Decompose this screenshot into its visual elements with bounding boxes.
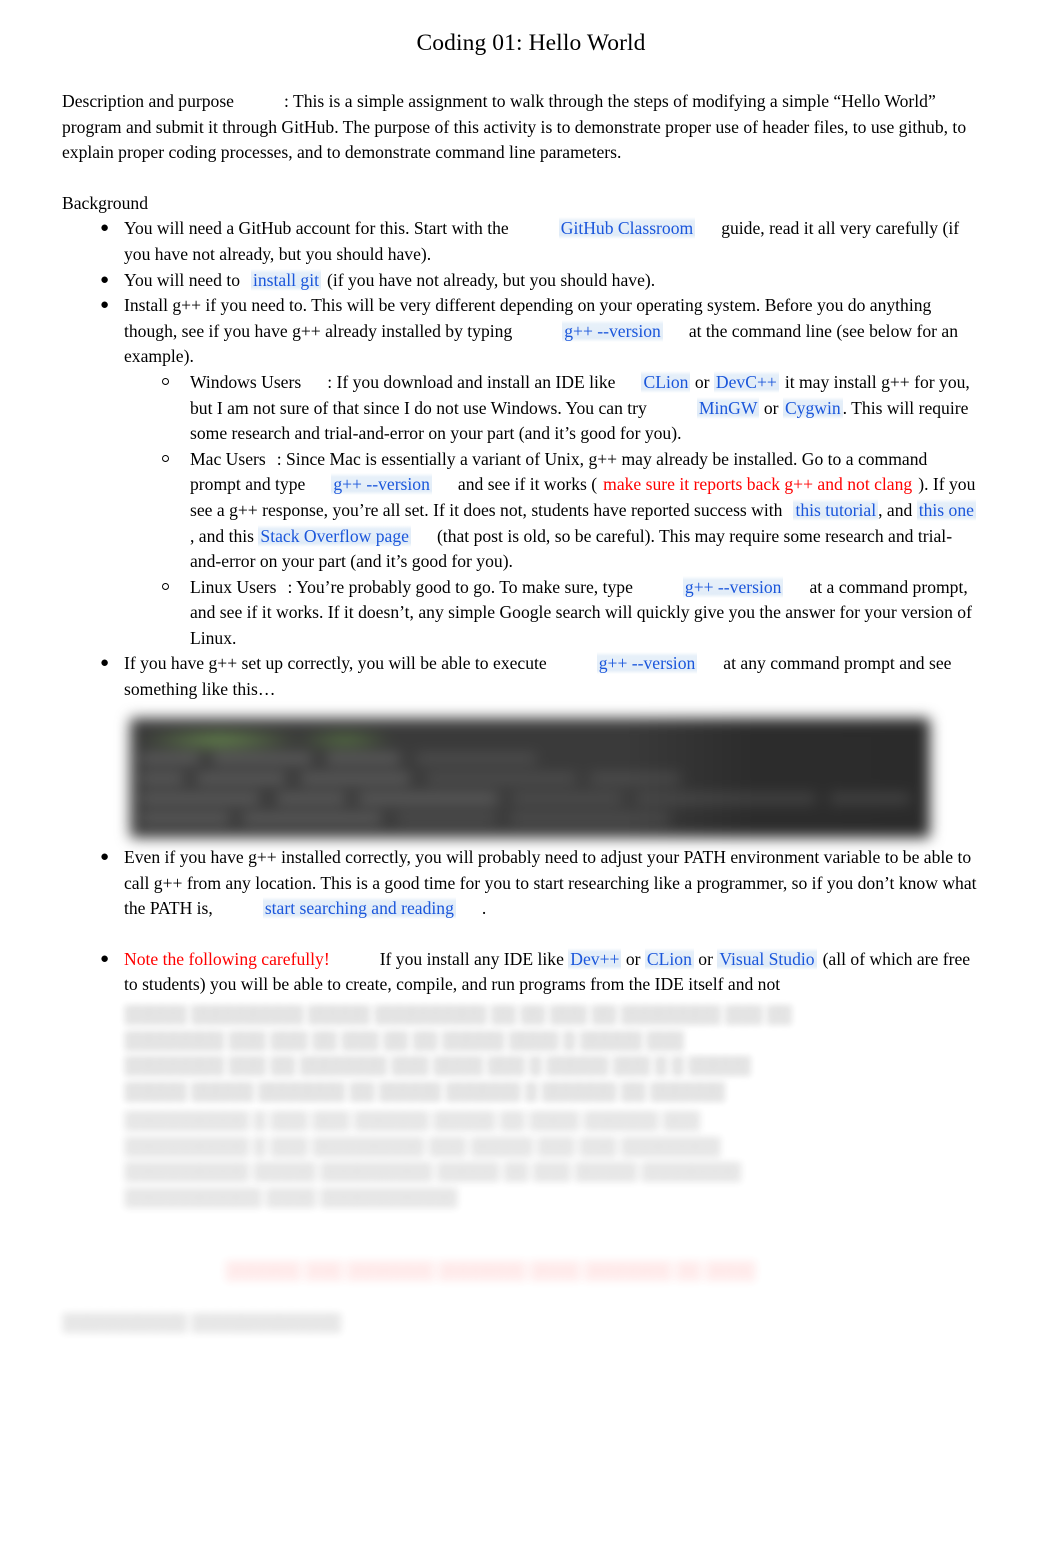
list-item: Linux Users : You’re probably good to go.… [162,575,980,652]
page-title: Coding 01: Hello World [416,30,646,56]
document-page: Coding 01: Hello World Description and p… [0,0,1062,1561]
document-body-lower: ● Even if you have g++ installed correctl… [62,845,980,998]
redacted-line: ░░░░░ ░░░░░ ░░░░░░░ ░░ ░░░░░ ░░░░░░ ░ ░░… [124,1080,725,1101]
redacted-section-heading: ░░░░░░░░░░ ░░░░░░░░░░░░ [62,1312,341,1332]
conjunction: or [621,948,645,969]
bullet-circle-icon [162,454,169,462]
bullet-text: Even if you have g++ installed correctly… [124,847,977,919]
conjunction: or [690,371,714,392]
link-gpp-version[interactable]: g++ --version [331,473,432,496]
redacted-red-line: ░░░░░░ ░░░ ░░░░░░░ ░░░░░░░ ░░░░ ░░░░░░░ … [225,1260,755,1280]
terminal-screenshot [130,718,930,838]
redacted-line: ░░░░░░░░ ░░░ ░░ ░░░░░░░ ░░░ ░░░░ ░░░ ░ ░… [124,1055,751,1076]
redacted-paragraph-2: ░░░░░░░░░░ ░ ░░░ ░░░ ░░░░░░ ░░░░░ ░░ ░░░… [124,1108,980,1210]
linux-users-label: Linux Users [190,576,277,597]
bullet-disc-icon: ● [100,271,110,288]
redacted-paragraph: ░░░░░ ░░░░░░░░░ ░░░░░ ░░░░░░░░░ ░░ ░░ ░░… [124,1002,980,1104]
bullet-text: You will need a GitHub account for this.… [124,218,509,239]
bullet-text: If you install any IDE like [379,948,569,969]
link-gpp-version[interactable]: g++ --version [596,652,698,675]
link-start-searching-and-reading[interactable]: start searching and reading [262,897,456,920]
link-stack-overflow-page[interactable]: Stack Overflow page [258,524,411,547]
bullet-text: You will need to [124,269,240,290]
bullet-disc-icon: ● [100,655,110,672]
bullet-disc-icon: ● [100,950,110,967]
bullet-disc-icon: ● [100,849,110,865]
link-cygwin[interactable]: Cygwin [782,396,843,419]
description-paragraph: Description and purpose: This is a simpl… [62,89,980,166]
description-label: Description and purpose [62,91,234,111]
note-carefully-label: Note the following carefully! [124,948,330,969]
background-heading: Background [62,192,148,213]
link-this-tutorial[interactable]: this tutorial [793,498,879,521]
list-item: ● Even if you have g++ installed correctl… [100,845,980,922]
bullet-disc-icon: ● [100,297,110,314]
conjunction: , and [878,499,917,520]
redacted-line: ░░░░░░░░░░░ ░░░░ ░░░░░░░░░░░ [124,1186,457,1207]
bullet-circle-icon [162,377,169,385]
link-clion[interactable]: CLion [644,947,694,970]
post-image-bullet-list: ● Even if you have g++ installed correctl… [62,845,980,998]
warning-clang-text: make sure it reports back g++ and not cl… [603,474,913,495]
conjunction: or [693,948,718,969]
link-this-one[interactable]: this one [916,498,976,521]
link-clion[interactable]: CLion [641,370,691,393]
redacted-line: ░░░░░░░░░░ ░ ░░░ ░░░░░░░░░ ░░░ ░░░░░ ░░░… [124,1135,721,1156]
background-bullet-list: ● You will need a GitHub account for this… [62,216,980,702]
list-item: ● You will need to install git (if you have… [100,268,980,294]
link-devpp[interactable]: Dev++ [568,947,622,970]
bullet-text: If you have g++ set up correctly, you wi… [124,653,547,674]
link-devcpp[interactable]: DevC++ [713,370,779,393]
redacted-line: ░░░░░░░░ ░░░ ░░░ ░░ ░░░ ░░ ░░ ░░░░░ ░░░░… [124,1029,684,1050]
conjunction: , and this [190,525,259,546]
conjunction: or [759,397,783,418]
spacer-block [62,166,980,191]
link-mingw[interactable]: MinGW [696,396,760,419]
redacted-line: ░░░░░░░░░░ ░ ░░░ ░░░ ░░░░░░ ░░░░░ ░░ ░░░… [124,1110,700,1130]
list-item: Windows Users : If you download and insta… [162,370,980,447]
redacted-line: ░░░░░ ░░░░░░░░░ ░░░░░ ░░░░░░░░░ ░░ ░░ ░░… [124,1004,792,1024]
list-item: ● You will need a GitHub account for this… [100,216,980,267]
document-body: Description and purpose: This is a simpl… [62,89,980,703]
os-sub-bullet-list: Windows Users : If you download and insta… [124,370,980,652]
mac-users-label: Mac Users [190,448,266,469]
bullet-text-end: . [481,898,487,919]
spacer-list-item [124,922,980,947]
list-item: ● If you have g++ set up correctly, you w… [100,651,980,702]
redacted-line: ░░░░░░░░░░ ░░░░░ ░░░░░░░░░ ░░░░░ ░░ ░░░ … [124,1161,741,1182]
link-gpp-version[interactable]: g++ --version [682,575,784,598]
bullet-disc-icon: ● [100,220,110,237]
windows-users-label: Windows Users [190,371,302,392]
link-install-git[interactable]: install git [251,268,321,291]
list-item: ● Install g++ if you need to. This will b… [100,293,980,652]
bullet-text-cont: (if you have not already, but you should… [326,269,656,290]
sub-bullet-text: : If you download and install an IDE lik… [327,371,616,392]
link-gpp-version[interactable]: g++ --version [562,319,663,342]
bullet-circle-icon [162,582,169,590]
sub-bullet-text-cont: and see if it works ( [457,474,598,495]
link-visual-studio[interactable]: Visual Studio [717,947,817,970]
list-item: ● Note the following carefully! If you ins… [100,947,980,998]
sub-bullet-text: : You’re probably good to go. To make su… [287,576,633,597]
link-github-classroom[interactable]: GitHub Classroom [558,217,696,240]
list-item: Mac Users: Since Mac is essentially a va… [162,447,980,575]
